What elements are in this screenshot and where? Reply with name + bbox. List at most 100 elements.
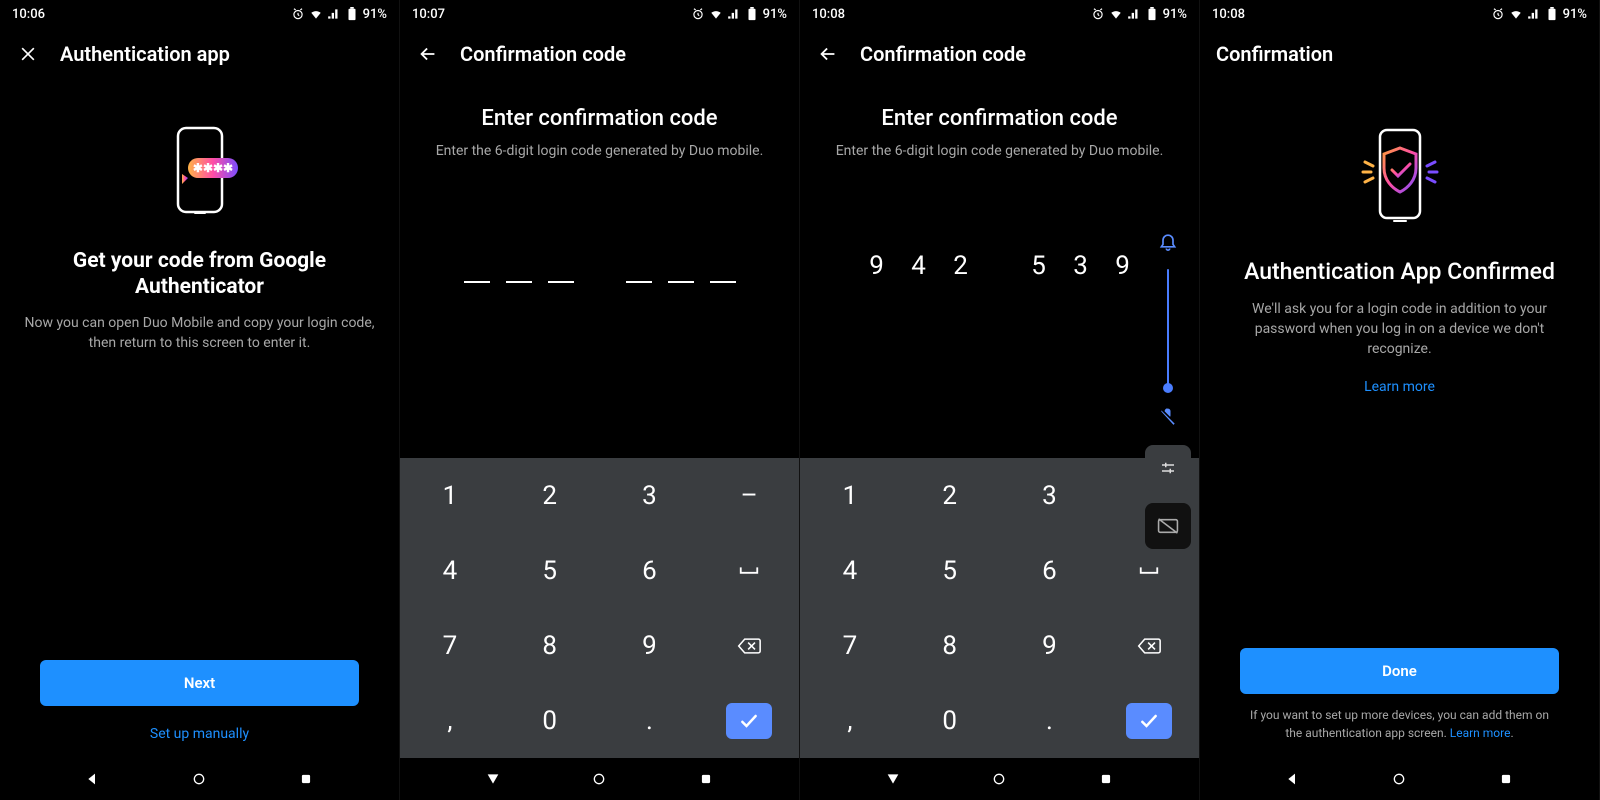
settings-sliders-icon[interactable] xyxy=(1145,445,1191,491)
key-5[interactable]: 5 xyxy=(500,533,600,608)
code-slot xyxy=(710,275,736,283)
key-9[interactable]: 9 xyxy=(600,608,700,683)
key-space[interactable] xyxy=(699,533,799,608)
header: Confirmation xyxy=(1200,28,1599,80)
done-button[interactable]: Done xyxy=(1240,648,1559,694)
battery-pct: 91% xyxy=(363,7,387,22)
screen-confirm-filled: 10:08 91% Confirmation code Enter confir… xyxy=(800,0,1200,800)
key-period[interactable]: . xyxy=(1000,683,1100,758)
code-digit: 5 xyxy=(1026,251,1052,281)
key-backspace[interactable] xyxy=(1099,608,1199,683)
subtext: Enter the 6-digit login code generated b… xyxy=(424,141,775,161)
nav-home-icon[interactable] xyxy=(588,768,610,790)
key-9[interactable]: 9 xyxy=(1000,608,1100,683)
wifi-icon xyxy=(709,7,723,21)
key-7[interactable]: 7 xyxy=(400,608,500,683)
setup-manually-link[interactable]: Set up manually xyxy=(24,718,375,750)
code-digit: 9 xyxy=(1110,251,1136,281)
key-comma[interactable]: , xyxy=(400,683,500,758)
key-dash[interactable]: – xyxy=(699,458,799,533)
nav-recent-icon[interactable] xyxy=(1495,768,1517,790)
key-period[interactable]: . xyxy=(600,683,700,758)
status-right: 91% xyxy=(691,7,787,22)
nav-recent-icon[interactable] xyxy=(695,768,717,790)
status-right: 91% xyxy=(1491,7,1587,22)
status-time: 10:07 xyxy=(412,7,445,22)
caption-off-icon[interactable] xyxy=(1145,503,1191,549)
header: Confirmation code xyxy=(800,28,1199,80)
key-enter[interactable] xyxy=(699,683,799,758)
key-comma[interactable]: , xyxy=(800,683,900,758)
key-backspace[interactable] xyxy=(699,608,799,683)
phone-code-illustration: ✱✱✱✱ xyxy=(160,124,240,224)
code-slot xyxy=(506,275,532,283)
code-slot xyxy=(548,275,574,283)
phone-shield-illustration xyxy=(1355,124,1445,234)
key-2[interactable]: 2 xyxy=(500,458,600,533)
nav-bar xyxy=(1200,758,1599,800)
bottom-actions: Next Set up manually xyxy=(24,660,375,758)
wifi-icon xyxy=(1509,7,1523,21)
next-button[interactable]: Next xyxy=(40,660,359,706)
numeric-keypad: 1 2 3 4 5 6 7 8 9 , 0 . xyxy=(800,458,1199,758)
nav-recent-icon[interactable] xyxy=(1095,768,1117,790)
key-1[interactable]: 1 xyxy=(400,458,500,533)
alarm-icon xyxy=(1091,7,1105,21)
status-time: 10:08 xyxy=(812,7,845,22)
nav-home-icon[interactable] xyxy=(188,768,210,790)
heading: Get your code from Google Authenticator xyxy=(24,248,375,301)
code-input[interactable] xyxy=(424,251,775,283)
content: Enter confirmation code Enter the 6-digi… xyxy=(800,80,1199,458)
numeric-keypad: 1 2 3 – 4 5 6 7 8 9 , 0 . xyxy=(400,458,799,758)
footer-learn-more-link[interactable]: Learn more xyxy=(1450,726,1511,740)
back-icon[interactable] xyxy=(416,42,440,66)
page-title: Confirmation code xyxy=(860,42,1026,66)
back-icon[interactable] xyxy=(816,42,840,66)
key-8[interactable]: 8 xyxy=(900,608,1000,683)
key-1[interactable]: 1 xyxy=(800,458,900,533)
key-6[interactable]: 6 xyxy=(1000,533,1100,608)
key-3[interactable]: 3 xyxy=(1000,458,1100,533)
battery-icon xyxy=(1545,7,1559,21)
key-enter[interactable] xyxy=(1099,683,1199,758)
code-slot xyxy=(626,275,652,283)
key-6[interactable]: 6 xyxy=(600,533,700,608)
alarm-icon xyxy=(291,7,305,21)
nav-back-icon[interactable] xyxy=(482,768,504,790)
nav-back-icon[interactable] xyxy=(82,768,104,790)
battery-pct: 91% xyxy=(1163,7,1187,22)
nav-bar xyxy=(0,758,399,800)
wifi-icon xyxy=(1109,7,1123,21)
code-digit: 4 xyxy=(906,251,932,281)
key-4[interactable]: 4 xyxy=(800,533,900,608)
code-slot xyxy=(668,275,694,283)
bottom-actions: Done If you want to set up more devices,… xyxy=(1224,648,1575,758)
page-title: Authentication app xyxy=(60,42,230,66)
content: ✱✱✱✱ Get your code from Google Authentic… xyxy=(0,80,399,758)
key-5[interactable]: 5 xyxy=(900,533,1000,608)
nav-back-icon[interactable] xyxy=(882,768,904,790)
key-3[interactable]: 3 xyxy=(600,458,700,533)
nav-home-icon[interactable] xyxy=(1388,768,1410,790)
nav-recent-icon[interactable] xyxy=(295,768,317,790)
nav-home-icon[interactable] xyxy=(988,768,1010,790)
header: Authentication app xyxy=(0,28,399,80)
nav-back-icon[interactable] xyxy=(1282,768,1304,790)
subtext: We'll ask you for a login code in additi… xyxy=(1224,299,1575,360)
bell-icon[interactable] xyxy=(1152,225,1184,257)
key-7[interactable]: 7 xyxy=(800,608,900,683)
battery-icon xyxy=(345,7,359,21)
key-0[interactable]: 0 xyxy=(500,683,600,758)
key-0[interactable]: 0 xyxy=(900,683,1000,758)
key-8[interactable]: 8 xyxy=(500,608,600,683)
key-4[interactable]: 4 xyxy=(400,533,500,608)
close-icon[interactable] xyxy=(16,42,40,66)
mic-off-icon[interactable] xyxy=(1152,401,1184,433)
code-input[interactable]: 9 4 2 5 3 9 xyxy=(824,251,1175,281)
key-2[interactable]: 2 xyxy=(900,458,1000,533)
learn-more-link[interactable]: Learn more xyxy=(1364,379,1435,395)
edge-slider[interactable] xyxy=(1167,269,1169,389)
code-digit: 2 xyxy=(948,251,974,281)
status-bar: 10:08 91% xyxy=(1200,0,1599,28)
status-time: 10:08 xyxy=(1212,7,1245,22)
